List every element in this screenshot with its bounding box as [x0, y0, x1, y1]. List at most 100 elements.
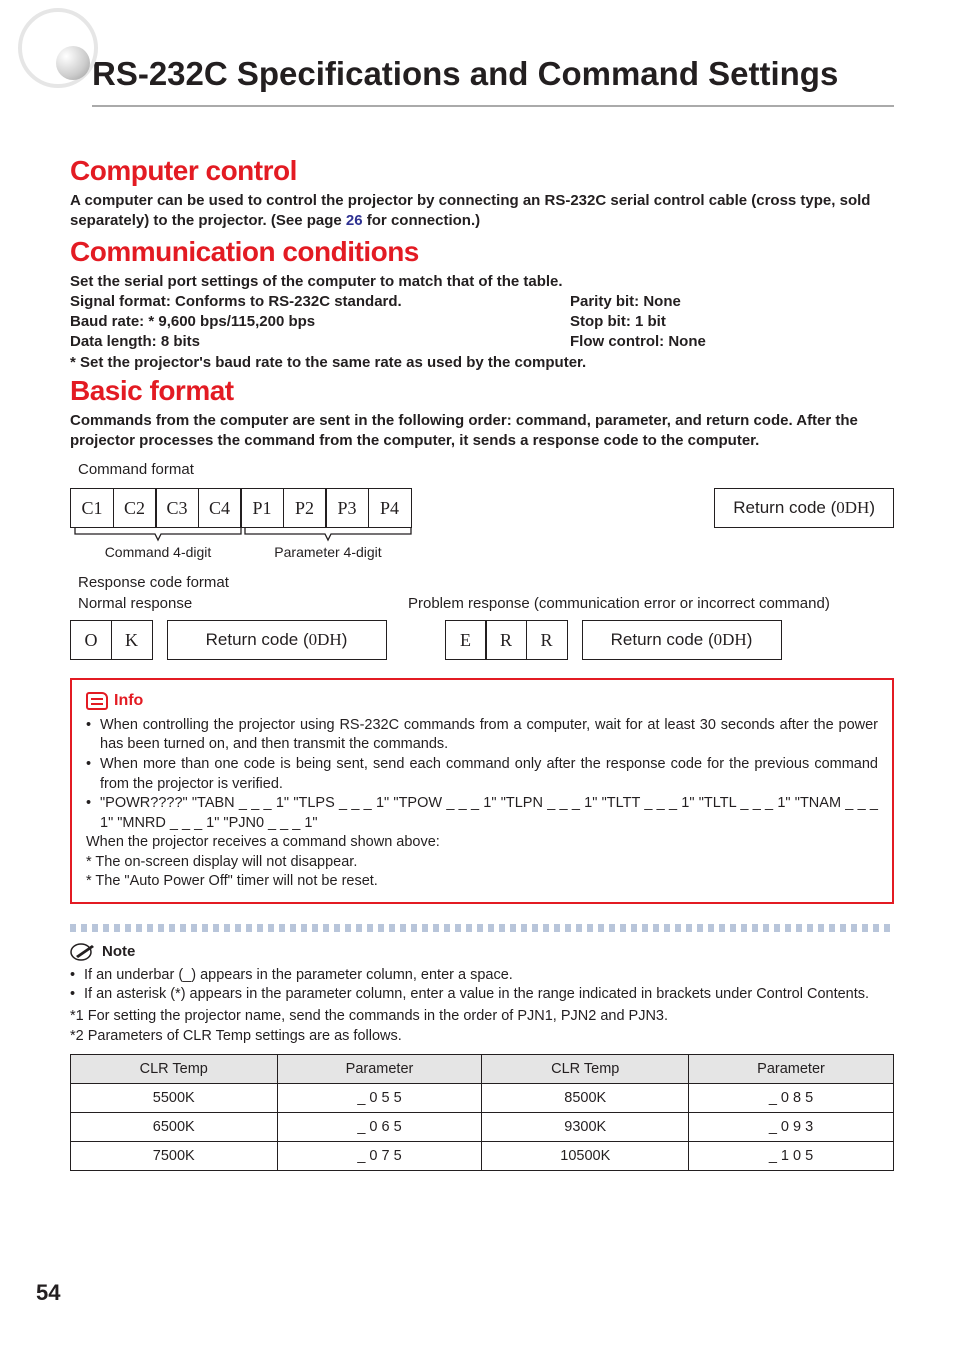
comm-row-1-left: Baud rate: * 9,600 bps/115,200 bps: [70, 312, 570, 332]
cell-p1: P1: [240, 488, 284, 528]
rc1-post: ): [869, 498, 875, 518]
table-row: 7500K _ 0 7 5 10500K _ 1 0 5: [71, 1142, 894, 1171]
info-plain-2: * The "Auto Power Off" timer will not be…: [86, 872, 878, 892]
td: 10500K: [482, 1142, 689, 1171]
dot-divider: [70, 924, 894, 932]
note-bullet-0: •If an underbar (_) appears in the param…: [70, 966, 894, 986]
rc2-post: ): [342, 630, 348, 650]
cell-c2: C2: [113, 488, 157, 528]
td: 9300K: [482, 1113, 689, 1142]
td: 6500K: [71, 1113, 278, 1142]
response-boxes-row: O K Return code (0DH) E R R Return code …: [70, 620, 894, 660]
th-2: CLR Temp: [482, 1055, 689, 1084]
rc2-code: 0DH: [309, 630, 342, 650]
th-1: Parameter: [277, 1055, 482, 1084]
command-format-row: C1 C2 C3 C4 P1 P2 P3 P4 Return code (0DH…: [70, 488, 894, 528]
info-bullet-1: •When more than one code is being sent, …: [86, 755, 878, 794]
cell-c4: C4: [198, 488, 242, 528]
info-plain-1: * The on-screen display will not disappe…: [86, 853, 878, 873]
clr-temp-table: CLR Temp Parameter CLR Temp Parameter 55…: [70, 1054, 894, 1171]
note-bullet-1: •If an asterisk (*) appears in the param…: [70, 985, 894, 1005]
ok-cells: O K: [70, 620, 153, 660]
table-row: 5500K _ 0 5 5 8500K _ 0 8 5: [71, 1084, 894, 1113]
rc2-pre: Return code (: [206, 630, 309, 650]
rc3-post: ): [747, 630, 753, 650]
cell-p3: P3: [325, 488, 369, 528]
page-ref-link[interactable]: 26: [346, 212, 363, 229]
td: _ 0 7 5: [277, 1142, 482, 1171]
comm-conditions-body: Set the serial port settings of the comp…: [70, 272, 894, 373]
comm-intro: Set the serial port settings of the comp…: [70, 272, 894, 292]
page-content: RS-232C Specifications and Command Setti…: [0, 0, 954, 1201]
footnote-2: *2 Parameters of CLR Temp settings are a…: [70, 1027, 894, 1047]
comm-row-0: Signal format: Conforms to RS-232C stand…: [70, 292, 894, 312]
rc1-code: 0DH: [836, 498, 869, 518]
brace-icon: [70, 528, 246, 542]
cell-e: E: [445, 620, 487, 660]
cc-body-post: for connection.): [363, 212, 481, 229]
cell-r1: R: [485, 620, 527, 660]
corner-decoration: [28, 18, 100, 90]
rc3-pre: Return code (: [611, 630, 714, 650]
comm-row-1-right: Stop bit: 1 bit: [570, 312, 894, 332]
footnote-1: *1 For setting the projector name, send …: [70, 1007, 894, 1027]
page-title: RS-232C Specifications and Command Setti…: [92, 55, 894, 107]
brace-icon: [240, 528, 416, 542]
info-title: Info: [114, 690, 143, 712]
problem-response-label: Problem response (communication error or…: [408, 595, 894, 612]
return-code-box-3: Return code (0DH): [582, 620, 782, 660]
info-header: Info: [86, 690, 878, 712]
computer-control-body: A computer can be used to control the pr…: [70, 191, 894, 232]
td: _ 0 8 5: [689, 1084, 894, 1113]
td: 8500K: [482, 1084, 689, 1113]
command-format-label: Command format: [78, 461, 894, 478]
brace-parameter-label: Parameter 4-digit: [274, 544, 381, 560]
brace-command-label: Command 4-digit: [105, 544, 212, 560]
page-number: 54: [36, 1280, 60, 1306]
table-row: 6500K _ 0 6 5 9300K _ 0 9 3: [71, 1113, 894, 1142]
cell-r2: R: [526, 620, 568, 660]
cell-k: K: [111, 620, 153, 660]
brace-command: Command 4-digit: [70, 528, 246, 560]
td: 5500K: [71, 1084, 278, 1113]
cell-o: O: [70, 620, 112, 660]
normal-response-label: Normal response: [78, 595, 408, 612]
section-comm-conditions-title: Communication conditions: [70, 236, 894, 268]
comm-row-0-left: Signal format: Conforms to RS-232C stand…: [70, 292, 570, 312]
td: _ 0 9 3: [689, 1113, 894, 1142]
return-code-box-2: Return code (0DH): [167, 620, 387, 660]
td: 7500K: [71, 1142, 278, 1171]
rc3-code: 0DH: [714, 630, 747, 650]
brace-parameter: Parameter 4-digit: [240, 528, 416, 560]
section-basic-format-title: Basic format: [70, 375, 894, 407]
info-plain-0: When the projector receives a command sh…: [86, 833, 878, 853]
note-header: Note: [70, 942, 894, 962]
section-computer-control-title: Computer control: [70, 155, 894, 187]
info-bullet-2: •"POWR????" "TABN _ _ _ 1" "TLPS _ _ _ 1…: [86, 794, 878, 833]
note-bullets: •If an underbar (_) appears in the param…: [70, 966, 894, 1005]
td: _ 0 5 5: [277, 1084, 482, 1113]
rc1-pre: Return code (: [733, 498, 836, 518]
th-0: CLR Temp: [71, 1055, 278, 1084]
command-cells: C1 C2 C3 C4 P1 P2 P3 P4: [70, 488, 412, 528]
comm-row-1: Baud rate: * 9,600 bps/115,200 bps Stop …: [70, 312, 894, 332]
err-cells: E R R: [445, 620, 568, 660]
table-header-row: CLR Temp Parameter CLR Temp Parameter: [71, 1055, 894, 1084]
basic-format-body: Commands from the computer are sent in t…: [70, 411, 894, 452]
brace-row: Command 4-digit Parameter 4-digit: [70, 528, 894, 574]
comm-row-0-right: Parity bit: None: [570, 292, 894, 312]
comm-footnote: * Set the projector's baud rate to the s…: [70, 353, 894, 373]
book-icon: [86, 692, 108, 710]
footnotes: *1 For setting the projector name, send …: [70, 1007, 894, 1046]
th-3: Parameter: [689, 1055, 894, 1084]
td: _ 0 6 5: [277, 1113, 482, 1142]
comm-row-2: Data length: 8 bits Flow control: None: [70, 332, 894, 352]
note-title: Note: [102, 943, 135, 960]
response-labels-row: Normal response Problem response (commun…: [70, 595, 894, 612]
cell-p2: P2: [283, 488, 327, 528]
comm-row-2-right: Flow control: None: [570, 332, 894, 352]
info-box: Info •When controlling the projector usi…: [70, 678, 894, 904]
response-format-label: Response code format: [78, 574, 894, 591]
return-code-box-1: Return code (0DH): [714, 488, 894, 528]
cell-c3: C3: [155, 488, 199, 528]
